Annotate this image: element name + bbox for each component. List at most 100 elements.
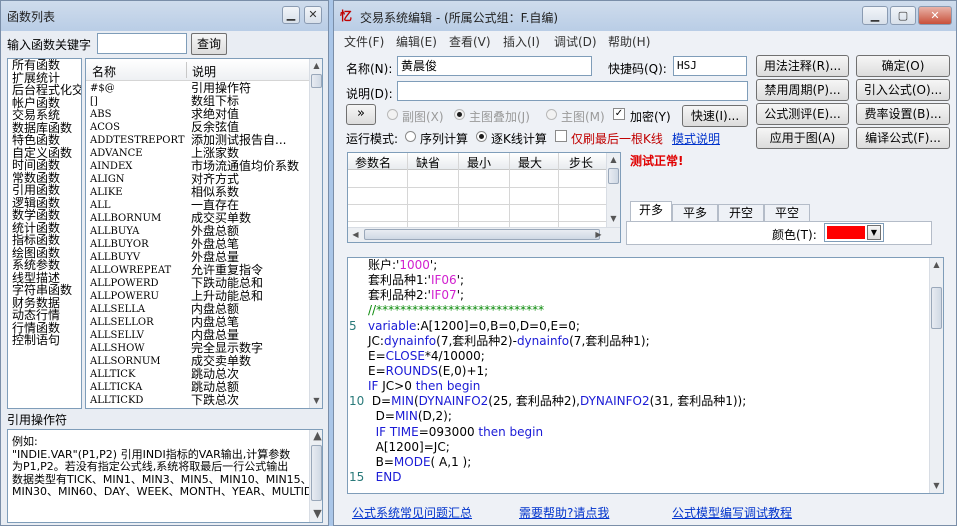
function-list-scrollbar[interactable]: ▲ ▼: [309, 59, 322, 408]
scroll-up-icon[interactable]: ▲: [310, 430, 322, 444]
code-scrollbar[interactable]: ▲ ▼: [929, 258, 943, 493]
category-item[interactable]: 后台程式化交: [8, 84, 81, 97]
function-name: ALLBUYV: [90, 252, 141, 263]
category-list[interactable]: 所有函数 扩展统计 后台程式化交 帐户函数 交易系统 数据库函数 特色函数 自定义函数 时间函数…: [7, 58, 82, 409]
apply-to-chart-button[interactable]: 应用于图(A): [756, 127, 849, 149]
category-item[interactable]: 数学函数: [8, 209, 81, 222]
fee-settings-button[interactable]: 费率设置(B)...: [856, 103, 950, 125]
import-formula-button[interactable]: 引入公式(O)...: [856, 79, 950, 101]
param-vertical-scrollbar[interactable]: ▲ ▼: [606, 153, 620, 227]
category-item[interactable]: 指标函数: [8, 234, 81, 247]
code-token: 账户:': [368, 258, 400, 272]
faq-link[interactable]: 公式系统常见问题汇总: [352, 504, 472, 521]
tutorial-link[interactable]: 公式模型编写调试教程: [672, 504, 792, 521]
parameter-table[interactable]: 参数名 缺省 最小 最大 步长 ▲ ▼ ◀ ▶: [347, 152, 621, 243]
formula-evaluate-button[interactable]: 公式测评(E)...: [756, 103, 849, 125]
radio-main-overlay[interactable]: [454, 109, 465, 120]
maximize-button[interactable]: ▢: [890, 6, 916, 25]
function-list-titlebar[interactable]: 函数列表 ▁ ✕: [1, 1, 328, 31]
expand-button[interactable]: »: [346, 104, 376, 125]
param-col-step: 步长: [568, 156, 593, 170]
scroll-down-icon[interactable]: ▼: [310, 394, 322, 408]
code-token: then begin: [478, 424, 544, 439]
function-name: ALLOWREPEAT: [90, 265, 172, 276]
category-item[interactable]: 系统参数: [8, 259, 81, 272]
category-item[interactable]: 时间函数: [8, 159, 81, 172]
scroll-thumb[interactable]: [931, 287, 942, 329]
search-button[interactable]: 查询: [191, 33, 227, 55]
radio-subchart[interactable]: [387, 109, 398, 120]
code-text: 套利品种2:'IF07';: [368, 288, 464, 303]
radio-main-chart[interactable]: [546, 109, 557, 120]
param-horizontal-scrollbar[interactable]: ◀ ▶: [348, 227, 620, 242]
tab-open-short[interactable]: 开空: [718, 204, 764, 222]
header-name[interactable]: 名称: [92, 63, 116, 80]
tab-close-long[interactable]: 平多: [672, 204, 718, 222]
encrypt-label: 加密(Y): [630, 110, 671, 124]
minimize-button[interactable]: ▁: [862, 6, 888, 25]
compile-formula-button[interactable]: 编译公式(F)...: [856, 127, 950, 149]
shortcut-input[interactable]: HSJ: [673, 56, 747, 76]
param-col-name: 参数名: [354, 156, 391, 170]
menu-edit[interactable]: 编辑(E): [396, 33, 437, 50]
menu-view[interactable]: 查看(V): [449, 33, 491, 50]
code-text: B=MODE( A,1 );: [368, 455, 472, 470]
scroll-up-icon[interactable]: ▲: [607, 153, 620, 167]
category-item[interactable]: 字符串函数: [8, 284, 81, 297]
radio-per-bar-calc[interactable]: [476, 131, 487, 142]
param-col-min: 最小: [466, 156, 491, 170]
function-table[interactable]: 名称 说明 #$@ 引用操作符[] 数组下标 ABS 求绝对值 ACOS 反余弦值 ADDTE…: [85, 58, 323, 409]
description-scrollbar[interactable]: ▲ ▼: [309, 430, 322, 522]
scroll-down-icon[interactable]: ▼: [930, 479, 943, 493]
encrypt-checkbox[interactable]: ✓: [613, 108, 625, 120]
code-token: D=: [368, 394, 392, 409]
function-row[interactable]: ALLTICKD 下跌总次: [88, 394, 310, 407]
function-name: ALLSELLOR: [90, 317, 154, 328]
minimize-button[interactable]: ▁: [282, 6, 300, 24]
scroll-thumb[interactable]: [364, 229, 600, 240]
radio-sequence-calc[interactable]: [405, 131, 416, 142]
description-input[interactable]: [397, 81, 748, 101]
help-link[interactable]: 需要帮助?请点我: [519, 504, 609, 521]
color-picker[interactable]: ▼: [824, 223, 884, 242]
menu-debug[interactable]: 调试(D): [554, 33, 597, 50]
tab-open-long[interactable]: 开多: [630, 201, 672, 222]
close-button[interactable]: ✕: [304, 6, 322, 24]
search-input[interactable]: [97, 33, 187, 54]
scroll-right-icon[interactable]: ▶: [592, 228, 605, 242]
category-item[interactable]: 特色函数: [8, 134, 81, 147]
usage-note-button[interactable]: 用法注释(R)...: [756, 55, 849, 77]
category-item[interactable]: 交易系统: [8, 109, 81, 122]
menu-help[interactable]: 帮助(H): [608, 33, 650, 50]
tab-close-short[interactable]: 平空: [764, 204, 810, 222]
menu-insert[interactable]: 插入(I): [503, 33, 540, 50]
category-item[interactable]: 引用函数: [8, 184, 81, 197]
scroll-down-icon[interactable]: ▼: [310, 507, 322, 522]
category-item[interactable]: 动态行情: [8, 309, 81, 322]
scroll-up-icon[interactable]: ▲: [310, 59, 322, 73]
disable-period-button[interactable]: 禁用周期(P)...: [756, 79, 849, 101]
line-number: 10: [349, 394, 365, 409]
fast-button[interactable]: 快速(I)...: [682, 105, 748, 127]
header-desc[interactable]: 说明: [192, 63, 216, 80]
last-bar-only-checkbox[interactable]: [555, 130, 567, 142]
editor-titlebar[interactable]: 忆 交易系统编辑 - (所属公式组：F.自编) ▁ ▢ ✕: [334, 1, 956, 31]
code-text: 账户:'1000';: [368, 258, 437, 273]
name-input[interactable]: 黄晨俊: [397, 56, 592, 76]
scroll-thumb[interactable]: [311, 445, 322, 501]
scroll-up-icon[interactable]: ▲: [930, 258, 943, 272]
chevron-down-icon[interactable]: ▼: [867, 225, 881, 240]
menu-file[interactable]: 文件(F): [344, 33, 384, 50]
code-text: E=ROUNDS(E,0)+1;: [368, 364, 488, 379]
scroll-thumb[interactable]: [311, 74, 322, 88]
scroll-left-icon[interactable]: ◀: [349, 228, 362, 242]
close-button[interactable]: ✕: [918, 6, 952, 25]
category-item[interactable]: 所有函数: [8, 59, 81, 72]
ok-button[interactable]: 确定(O): [856, 55, 950, 77]
category-item[interactable]: 控制语句: [8, 334, 81, 347]
scroll-thumb[interactable]: [608, 168, 619, 184]
code-editor[interactable]: 账户:'1000'; 套利品种1:'IF06'; 套利品种2:'IF07';//**…: [347, 257, 944, 494]
scroll-down-icon[interactable]: ▼: [607, 212, 620, 226]
mode-help-link[interactable]: 模式说明: [672, 130, 720, 147]
code-line: E=CLOSE*4/10000;: [348, 349, 928, 364]
